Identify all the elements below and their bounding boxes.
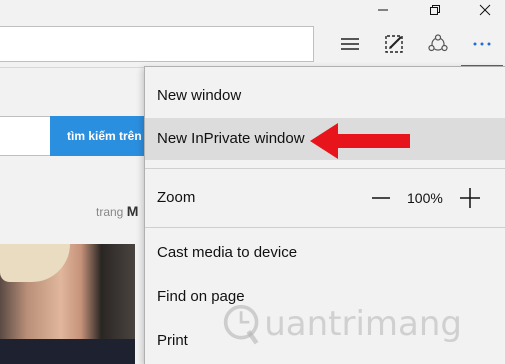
photo-detail <box>0 244 70 282</box>
zoom-level: 100% <box>407 190 443 206</box>
restore-icon <box>430 5 440 15</box>
page-subtext: trang M <box>96 203 138 219</box>
page-search-button[interactable]: tìm kiếm trên <box>50 116 150 156</box>
more-icon <box>473 42 491 46</box>
browser-toolbar <box>0 22 505 68</box>
zoom-out-button[interactable] <box>371 188 391 208</box>
close-icon <box>479 4 491 16</box>
web-note-icon <box>385 35 403 53</box>
more-actions-menu: New window New InPrivate window Zoom 100… <box>144 66 505 364</box>
menu-item-cast-media[interactable]: Cast media to device <box>145 232 505 274</box>
page-search-input[interactable] <box>0 116 52 156</box>
news-photo[interactable] <box>0 244 135 364</box>
menu-item-zoom: Zoom 100% <box>145 176 505 220</box>
minus-icon <box>372 197 390 199</box>
plus-icon <box>460 188 480 208</box>
menu-divider <box>145 227 505 228</box>
share-icon <box>428 34 448 52</box>
minimize-button[interactable] <box>368 0 398 20</box>
menu-item-print[interactable]: Print <box>145 320 505 362</box>
web-note-button[interactable] <box>378 28 410 60</box>
hub-button[interactable] <box>334 28 366 60</box>
menu-divider <box>145 168 505 169</box>
restore-button[interactable] <box>420 0 450 20</box>
minimize-icon <box>378 9 388 11</box>
photo-detail <box>0 339 135 364</box>
menu-item-find-on-page[interactable]: Find on page <box>145 276 505 318</box>
page-sub-prefix: trang <box>96 205 124 219</box>
hub-icon <box>341 38 359 50</box>
menu-item-new-window[interactable]: New window <box>145 75 505 117</box>
page-sub-letter: M <box>126 203 139 219</box>
more-actions-button[interactable] <box>466 28 498 60</box>
zoom-label: Zoom <box>157 189 196 206</box>
share-button[interactable] <box>422 28 454 60</box>
title-bar <box>0 0 505 22</box>
zoom-in-button[interactable] <box>459 188 481 208</box>
address-bar[interactable] <box>0 26 314 62</box>
red-arrow-annotation <box>310 123 410 159</box>
close-button[interactable] <box>470 0 500 20</box>
